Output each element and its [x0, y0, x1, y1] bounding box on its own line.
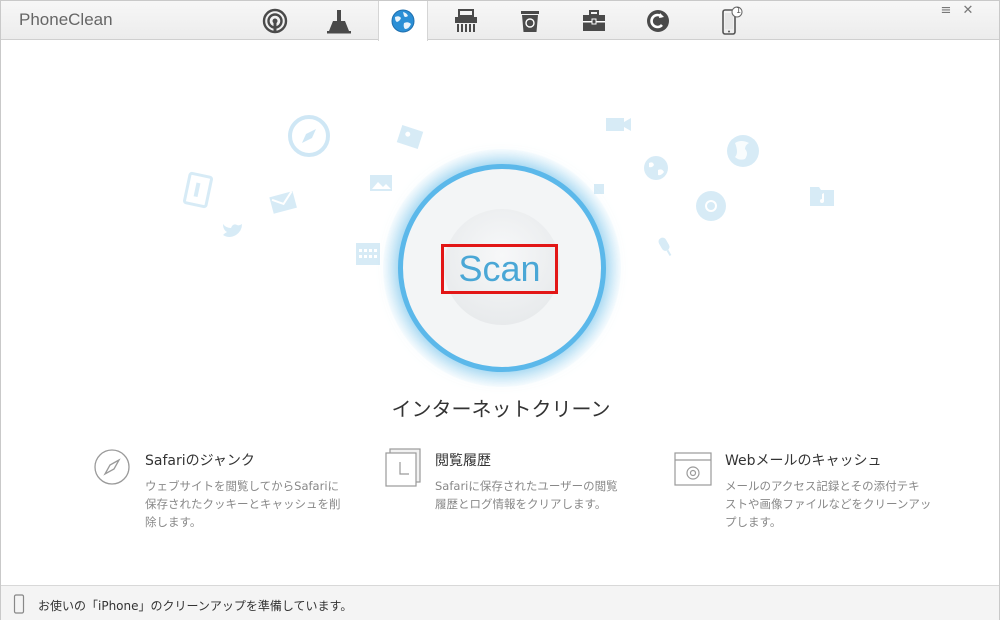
phone-outline-icon — [13, 594, 25, 614]
firefox-icon — [727, 135, 759, 167]
globe-icon — [391, 9, 415, 33]
title-bar: PhoneClean 1 ≡ ✕ — [1, 1, 999, 41]
device-button[interactable]: 1 — [707, 1, 757, 40]
document-icon — [183, 171, 214, 209]
feature-title-webmail-cache: Webメールのキャッシュ — [725, 453, 882, 469]
picture-icon — [396, 125, 424, 149]
app-title: PhoneClean — [19, 10, 113, 29]
trash-can-icon — [521, 10, 539, 32]
menu-button[interactable]: ≡ — [939, 3, 953, 18]
safari-compass-icon — [94, 449, 130, 485]
tab-privacy-clean[interactable] — [441, 1, 491, 40]
feature-title-safari-junk: Safariのジャンク — [145, 453, 255, 469]
twitter-icon — [223, 224, 242, 237]
status-text: お使いの「iPhone」のクリーンアップを準備しています。 — [38, 599, 353, 613]
close-button[interactable]: ✕ — [961, 3, 975, 18]
music-folder-icon — [810, 187, 834, 206]
device-count-badge: 1 — [736, 6, 742, 15]
webmail-icon — [674, 452, 712, 486]
tab-system-clean[interactable] — [505, 1, 555, 40]
wifi-sync-icon — [262, 8, 288, 33]
photo-icon — [370, 175, 392, 191]
section-title: インターネットクリーン — [391, 397, 611, 421]
app-window: PhoneClean 1 ≡ ✕ Scan インターネットクリーン Safari… — [0, 0, 1000, 620]
mail-icon — [269, 190, 297, 214]
video-icon — [606, 118, 631, 131]
calendar-icon — [356, 243, 380, 265]
history-pages-icon — [385, 448, 421, 487]
tab-toolbox[interactable] — [569, 1, 619, 40]
tab-history[interactable] — [633, 1, 683, 40]
feature-desc-safari-junk: ウェブサイトを閲覧してからSafariに 保存されたクッキーとキャッシュを削 除… — [145, 479, 341, 529]
feature-title-browsing-history: 閲覧履歴 — [435, 453, 491, 469]
broom-icon — [327, 9, 351, 33]
scan-button-label[interactable]: Scan — [441, 244, 558, 294]
microphone-icon — [658, 237, 672, 257]
history-icon — [647, 9, 669, 32]
feature-desc-webmail-cache: メールのアクセス記録とその添付テキ ストや画像ファイルなどをクリーンアッ プしま… — [725, 479, 932, 529]
tab-deep-clean[interactable] — [314, 1, 364, 40]
status-bar: お使いの「iPhone」のクリーンアップを準備しています。 — [1, 585, 999, 620]
tab-quick-clean[interactable] — [250, 1, 300, 40]
chrome-icon — [696, 191, 726, 221]
tab-internet-clean[interactable] — [378, 1, 428, 41]
shredder-icon — [455, 8, 477, 32]
toolbox-icon — [583, 9, 605, 31]
main-panel: Scan インターネットクリーン Safariのジャンク ウェブサイトを閲覧して… — [1, 41, 999, 584]
compass-icon — [288, 115, 330, 157]
feature-desc-browsing-history: Safariに保存されたユーザーの閲覧 履歴とログ情報をクリアします。 — [435, 479, 618, 511]
earth-icon — [644, 156, 668, 180]
